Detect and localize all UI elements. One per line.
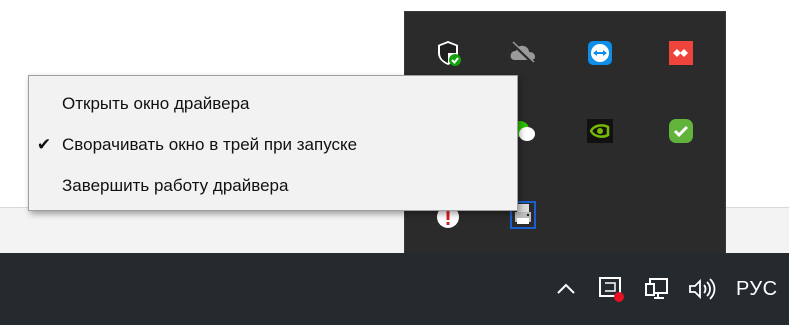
volume-icon[interactable] <box>682 253 722 325</box>
teamviewer-icon[interactable] <box>585 38 615 68</box>
menu-item-open-driver-window[interactable]: Открыть окно драйвера <box>29 87 517 121</box>
app-status-icon[interactable] <box>594 253 628 325</box>
green-check-icon[interactable] <box>666 116 696 146</box>
menu-item-exit-driver[interactable]: Завершить работу драйвера <box>29 169 517 203</box>
menu-item-label: Завершить работу драйвера <box>62 176 289 195</box>
menu-item-label: Открыть окно драйвера <box>62 94 250 113</box>
checkmark-icon: ✔ <box>36 135 52 154</box>
onedrive-offline-icon[interactable] <box>508 38 538 68</box>
network-icon[interactable] <box>640 253 674 325</box>
menu-item-label: Сворачивать окно в трей при запуске <box>62 135 358 154</box>
menu-item-minimize-to-tray-on-start[interactable]: ✔ Сворачивать окно в трей при запуске <box>29 128 517 162</box>
input-language-indicator[interactable]: РУС <box>736 253 789 325</box>
context-menu: Открыть окно драйвера ✔ Сворачивать окно… <box>28 75 518 211</box>
windows-security-icon[interactable] <box>433 38 463 68</box>
anydesk-icon[interactable] <box>666 38 696 68</box>
taskbar: РУС <box>0 253 789 325</box>
nvidia-icon[interactable] <box>585 116 615 146</box>
chevron-up-icon[interactable] <box>549 253 583 325</box>
